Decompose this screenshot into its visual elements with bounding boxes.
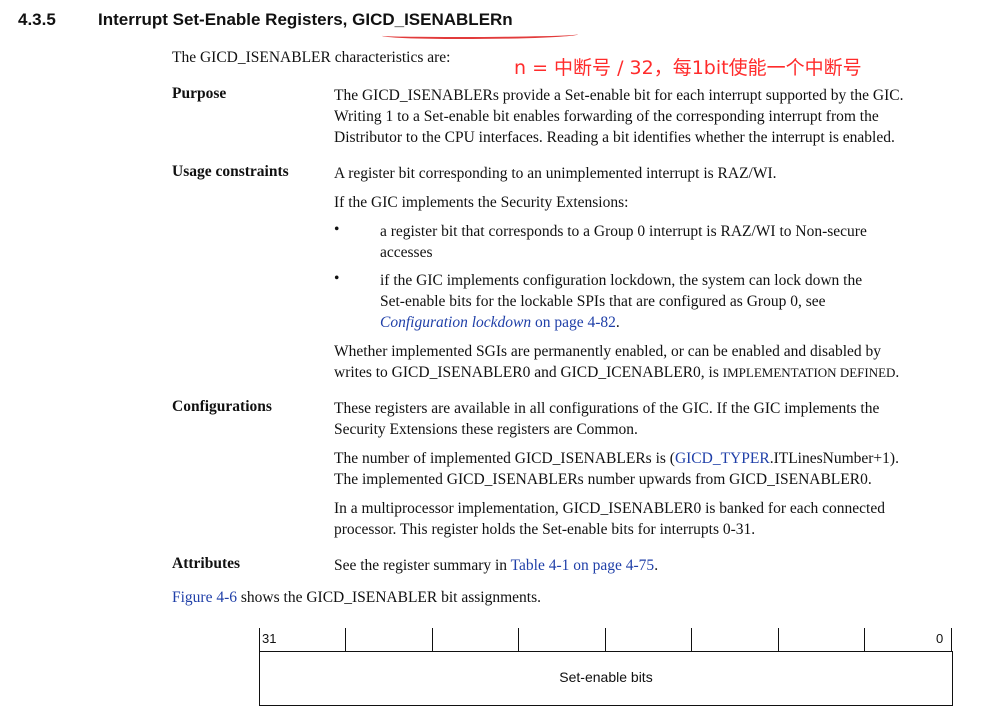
figure-reference: Figure 4-6 shows the GICD_ISENABLER bit … xyxy=(172,589,541,607)
usage-p2: If the GIC implements the Security Exten… xyxy=(334,194,629,211)
purpose-line: Distributor to the CPU interfaces. Readi… xyxy=(334,129,895,146)
config-line: processor. This register holds the Set-e… xyxy=(334,521,756,538)
purpose-line: The GICD_ISENABLERs provide a Set-enable… xyxy=(334,87,904,104)
section-title-prefix: Interrupt Set-Enable Registers, xyxy=(98,10,353,29)
bit-31-label: 31 xyxy=(262,631,277,646)
attributes-text: See the register summary in Table 4-1 on… xyxy=(334,555,964,576)
bullet-line: accesses xyxy=(380,244,433,261)
usage-p3-line2: writes to GICD_ISENABLER0 and GICD_ICENA… xyxy=(334,362,964,383)
register-bit-ruler: 31 0 xyxy=(259,628,953,651)
bullet-line: Configuration lockdown on page 4-82. xyxy=(380,312,960,333)
bit-tick xyxy=(605,628,606,651)
bit-tick xyxy=(345,628,346,651)
usage-p3-end: . xyxy=(895,364,900,381)
bit-tick xyxy=(518,628,519,651)
section-title: Interrupt Set-Enable Registers, GICD_ISE… xyxy=(98,10,513,30)
config-lockdown-page-link[interactable]: on page 4-82 xyxy=(535,314,616,331)
bit-tick xyxy=(951,628,952,651)
config-p2-tail: .ITLinesNumber+1). xyxy=(769,450,899,467)
usage-label: Usage constraints xyxy=(172,163,289,180)
configurations-p1: These registers are available in all con… xyxy=(334,398,964,440)
handwritten-underline xyxy=(382,31,578,39)
config-line: These registers are available in all con… xyxy=(334,400,880,417)
impl-defined-smallcaps: IMPLEMENTATION DEFINED xyxy=(722,365,896,380)
section-title-register: GICD_ISENABLERn xyxy=(352,10,513,29)
usage-p3: Whether implemented SGIs are permanently… xyxy=(334,341,964,383)
configurations-p3: In a multiprocessor implementation, GICD… xyxy=(334,498,964,540)
usage-p3-line1: Whether implemented SGIs are permanently… xyxy=(334,343,882,360)
set-enable-bits-field: Set-enable bits xyxy=(559,669,653,685)
config-lockdown-link[interactable]: Configuration lockdown xyxy=(380,314,531,331)
figure-ref-text: shows the GICD_ISENABLER bit assignments… xyxy=(237,589,541,606)
config-line: The implemented GICD_ISENABLERs number u… xyxy=(334,471,872,488)
purpose-text: The GICD_ISENABLERs provide a Set-enable… xyxy=(334,85,964,148)
bullet-line: if the GIC implements configuration lock… xyxy=(380,272,863,289)
intro-text: The GICD_ISENABLER characteristics are: xyxy=(172,49,451,66)
config-line: Security Extensions these registers are … xyxy=(334,421,638,438)
bullet-1-marker: • xyxy=(334,221,340,238)
purpose-line: Writing 1 to a Set-enable bit enables fo… xyxy=(334,108,879,125)
register-field-box: Set-enable bits xyxy=(259,651,953,706)
bit-tick xyxy=(432,628,433,651)
attributes-end: . xyxy=(654,557,659,574)
bit-0-label: 0 xyxy=(936,631,944,646)
bullet-end-period: . xyxy=(615,314,620,331)
table-4-1-link[interactable]: Table 4-1 on page 4-75 xyxy=(511,557,655,574)
bullet-1-text: a register bit that corresponds to a Gro… xyxy=(380,221,960,263)
attributes-label: Attributes xyxy=(172,555,241,572)
configurations-p2: The number of implemented GICD_ISENABLER… xyxy=(334,448,964,490)
config-line: In a multiprocessor implementation, GICD… xyxy=(334,500,885,517)
bullet-line: a register bit that corresponds to a Gro… xyxy=(380,223,867,240)
bit-tick xyxy=(691,628,692,651)
bit-tick xyxy=(259,628,260,651)
usage-p3-text: writes to GICD_ISENABLER0 and GICD_ICENA… xyxy=(334,364,723,381)
bullet-2-text: if the GIC implements configuration lock… xyxy=(380,270,960,333)
figure-4-6-link[interactable]: Figure 4-6 xyxy=(172,589,237,606)
bullet-line: Set-enable bits for the lockable SPIs th… xyxy=(380,293,826,310)
bit-tick xyxy=(778,628,779,651)
section-number: 4.3.5 xyxy=(18,10,56,29)
bullet-2-marker: • xyxy=(334,270,340,287)
usage-p1: A register bit corresponding to an unimp… xyxy=(334,165,777,182)
gicd-typer-link[interactable]: GICD_TYPER xyxy=(675,450,770,467)
config-line: The number of implemented GICD_ISENABLER… xyxy=(334,448,964,469)
handwritten-annotation: n = 中断号 / 32，每1bit使能一个中断号 xyxy=(514,57,862,79)
bit-tick xyxy=(864,628,865,651)
configurations-label: Configurations xyxy=(172,398,272,415)
purpose-label: Purpose xyxy=(172,85,227,102)
attributes-prefix: See the register summary in xyxy=(334,557,511,574)
config-p2-text: The number of implemented GICD_ISENABLER… xyxy=(334,450,675,467)
